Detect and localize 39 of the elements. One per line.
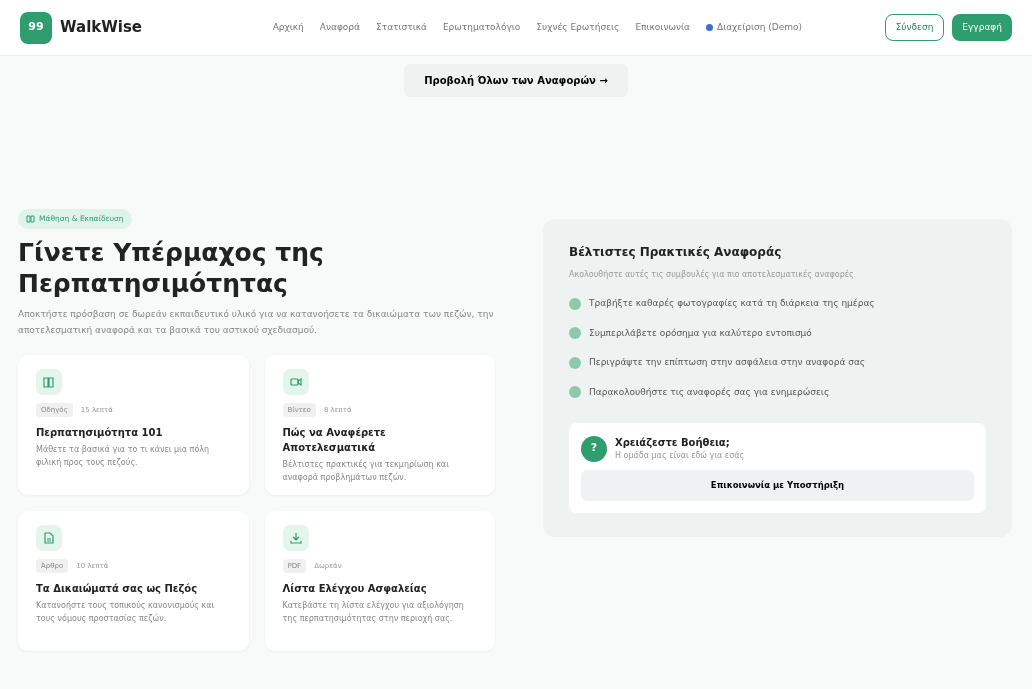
help-title: Χρειάζεστε Βοήθεια; [615, 436, 731, 450]
logo-icon[interactable]: 99 [20, 11, 52, 44]
login-button[interactable]: Σύνδεση [884, 13, 945, 42]
resource-description: Κατεβάστε τη λίστα ελέγχου για αξιολόγηση της περπατησιμότητας στην περιοχή σας. [282, 600, 465, 625]
bullet-icon [569, 297, 581, 310]
resource-description: Μάθετε τα βασικά για το τι κάνει μια πόλη φιλική προς τους πεζούς. [36, 444, 211, 469]
nav-link[interactable]: Στατιστικά [376, 20, 427, 35]
nav-link[interactable]: Αρχική [272, 20, 304, 35]
nav-link[interactable]: Επικοινωνία [635, 20, 690, 35]
view-all-reports-button[interactable]: Προβολή Όλων των Αναφορών → [404, 64, 628, 97]
help-subtitle: Η ομάδα μας είναι εδώ για εσάς [615, 450, 745, 462]
nav-link[interactable]: Ερωτηματολόγιο [442, 20, 521, 35]
nav-link[interactable]: Αναφορά [319, 20, 361, 35]
signup-button[interactable]: Εγγραφή [952, 13, 1012, 42]
resource-title: Πώς να Αναφέρετε Αποτελεσματικά [282, 426, 387, 456]
help-icon: ? [581, 435, 607, 462]
bullet-icon [569, 386, 581, 399]
section-description: Αποκτήστε πρόσβαση σε δωρεάν εκπαιδευτικό υλικό για να κατανοήσετε τα δικαιώματα των πεζών, την αποτελεσματική αναφορά και τα βασικά του αστικού σχεδιασμού. [18, 308, 495, 337]
nav-link[interactable]: Διαχείριση (Demo) [705, 20, 802, 35]
nav-link[interactable]: Συχνές Ερωτήσεις [536, 20, 620, 35]
resource-description: Βέλτιστες πρακτικές για τεκμηρίωση και αναφορά προβλημάτων πεζών. [282, 459, 450, 484]
book-icon [26, 215, 35, 223]
resource-title: Τα Δικαιώματά σας ως Πεζός [36, 582, 199, 597]
tip-text: Τραβήξτε καθαρές φωτογραφίες κατά τη διάρκεια της ημέρας [589, 297, 875, 310]
brand-name[interactable]: WalkWise [60, 16, 143, 39]
bullet-icon [569, 356, 581, 369]
status-dot [705, 24, 713, 31]
tips-title: Βέλτιστες Πρακτικές Αναφοράς [569, 244, 783, 261]
bullet-icon [569, 327, 581, 340]
resource-title: Περπατησιμότητα 101 [36, 426, 164, 441]
resource-description: Κατανοήστε τους τοπικούς κανονισμούς και τους νόμους προστασίας πεζών. [36, 600, 216, 625]
document-icon [41, 529, 57, 546]
tips-subtitle: Ακολουθήστε αυτές τις συμβουλές για πιο αποτελεσματικές αναφορές [569, 269, 855, 281]
section-title: Γίνετε Υπέρμαχος της Περπατησιμότητας [18, 236, 325, 300]
tip-text: Συμπεριλάβετε ορόσημα για καλύτερο εντοπισμό [589, 326, 812, 340]
tip-text: Περιγράψτε την επίπτωση στην ασφάλεια στην αναφορά σας [589, 356, 866, 369]
tip-text: Παρακολουθήστε τις αναφορές σας για ενημερώσεις [589, 385, 830, 399]
contact-support-button[interactable]: Επικοινωνία με Υποστήριξη [581, 470, 974, 501]
resource-title: Λίστα Ελέγχου Ασφαλείας [282, 582, 428, 597]
